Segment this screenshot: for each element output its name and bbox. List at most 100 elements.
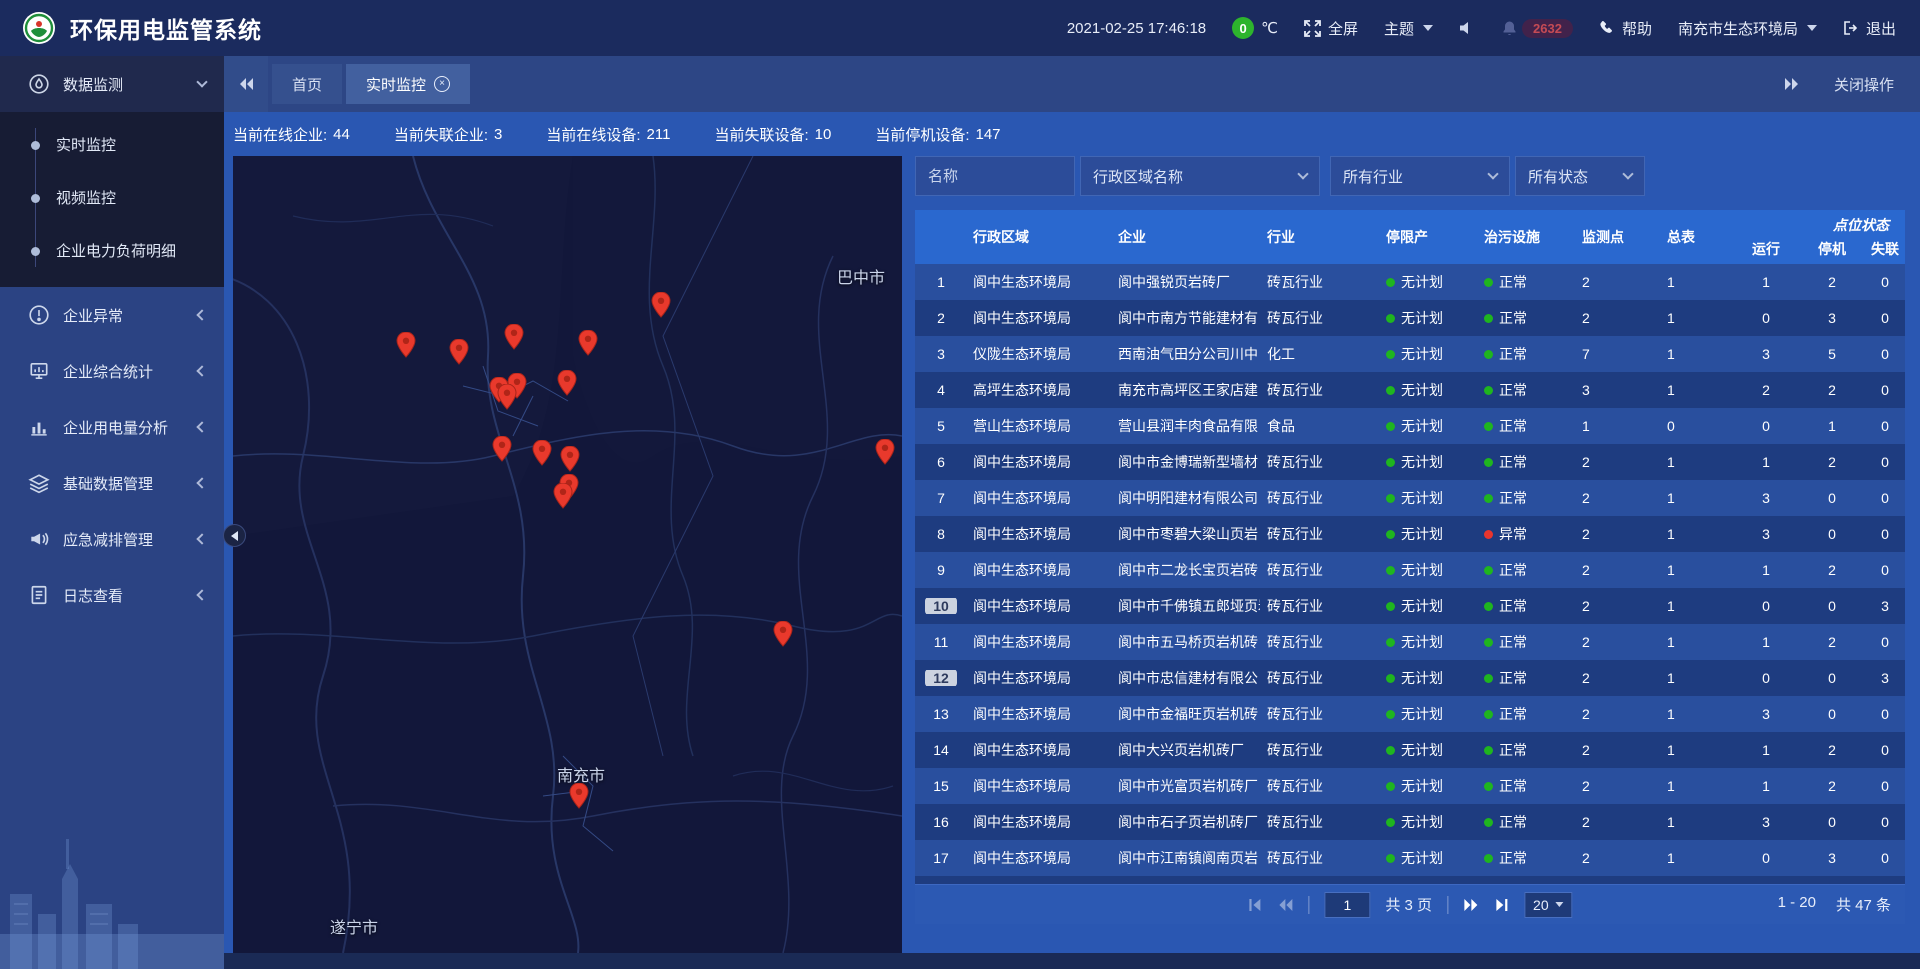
map-pin[interactable]: [569, 783, 589, 809]
cell-company: 阆中强锐页岩砖厂: [1115, 272, 1260, 292]
status-dot-green: [1386, 422, 1395, 431]
status-dot-green: [1386, 350, 1395, 359]
map-pin[interactable]: [497, 384, 517, 410]
first-page-button[interactable]: [1247, 898, 1262, 912]
page-size-select[interactable]: 20: [1524, 892, 1573, 918]
region-filter-select[interactable]: 行政区域名称: [1080, 156, 1320, 196]
row-index: 6: [915, 454, 967, 470]
sidebar-item-power-analysis[interactable]: 企业用电量分析: [0, 399, 224, 455]
tab-realtime-monitor[interactable]: 实时监控 ×: [346, 64, 470, 104]
map-collapse-button[interactable]: [223, 524, 246, 547]
sidebar-item-video-monitor[interactable]: 视频监控: [0, 171, 224, 224]
tab-home[interactable]: 首页: [272, 64, 342, 104]
phone-icon: [1599, 20, 1615, 36]
map-pin[interactable]: [504, 324, 524, 350]
sidebar-item-enterprise-abnormal[interactable]: 企业异常: [0, 287, 224, 343]
col-group-point-status: 点位状态 运行 停机 失联: [1733, 210, 1905, 264]
map-pin[interactable]: [651, 292, 671, 318]
document-icon: [28, 584, 50, 606]
row-index: 4: [915, 382, 967, 398]
map-pin[interactable]: [449, 339, 469, 365]
table-row[interactable]: 3 仪陇生态环境局 西南油气田分公司川中 化工 无计划 正常 7 1 3: [915, 336, 1905, 372]
table-row[interactable]: 15 阆中生态环境局 阆中市光富页岩机砖厂 砖瓦行业 无计划 正常 2 1 1: [915, 768, 1905, 804]
industry-filter-select[interactable]: 所有行业: [1330, 156, 1510, 196]
table-row[interactable]: 10 阆中生态环境局 阆中市千佛镇五郎垭页岩 砖瓦行业 无计划 正常 2 1 0: [915, 588, 1905, 624]
name-filter-input[interactable]: [915, 156, 1075, 196]
cell-running: 1: [1733, 742, 1799, 758]
close-operations-button[interactable]: 关闭操作: [1834, 74, 1894, 95]
map-pin[interactable]: [875, 439, 895, 465]
table-row[interactable]: 2 阆中生态环境局 阆中市南方节能建材有 砖瓦行业 无计划 正常 2 1 0: [915, 300, 1905, 336]
sidebar-item-power-load-detail[interactable]: 企业电力负荷明细: [0, 224, 224, 277]
status-filter-select[interactable]: 所有状态: [1515, 156, 1645, 196]
cell-stopped: 2: [1799, 778, 1865, 794]
sidebar-item-emergency-reduction[interactable]: 应急减排管理: [0, 511, 224, 567]
map-pin[interactable]: [557, 370, 577, 396]
map-pin[interactable]: [492, 436, 512, 462]
map-roads: [233, 156, 902, 953]
status-dot: [1484, 350, 1493, 359]
map[interactable]: 巴中市 南充市 遂宁市: [233, 156, 902, 953]
cell-lost: 0: [1865, 634, 1905, 650]
sidebar-item-enterprise-statistics[interactable]: 企业综合统计: [0, 343, 224, 399]
cell-company: 阆中明阳建材有限公司: [1115, 488, 1260, 508]
table-row[interactable]: 5 营山生态环境局 营山县润丰肉食品有限 食品 无计划 正常 1 0 0: [915, 408, 1905, 444]
cell-pollution-facility: 正常: [1481, 668, 1575, 688]
map-pin[interactable]: [578, 330, 598, 356]
tab-close-icon[interactable]: ×: [434, 76, 450, 92]
table-row[interactable]: 18 南部生态环境局 南部县建兴镇太洪页岩 砖瓦行业 无计划 正常 2 1 0: [915, 876, 1905, 884]
table-row[interactable]: 11 阆中生态环境局 阆中市五马桥页岩机砖 砖瓦行业 无计划 正常 2 1 1: [915, 624, 1905, 660]
cell-region: 阆中生态环境局: [967, 776, 1115, 796]
chevron-left-icon: [196, 309, 207, 320]
cell-pollution-facility: 正常: [1481, 488, 1575, 508]
cell-pollution-facility: 正常: [1481, 812, 1575, 832]
stat-value: 147: [976, 126, 1001, 143]
table-row[interactable]: 13 阆中生态环境局 阆中市金福旺页岩机砖 砖瓦行业 无计划 正常 2 1 3: [915, 696, 1905, 732]
notification-count-badge: 2632: [1522, 19, 1573, 38]
map-pin[interactable]: [553, 483, 573, 509]
sidebar-item-data-monitoring[interactable]: 数据监测: [0, 56, 224, 112]
city-skyline-decoration: [0, 819, 224, 969]
user-menu[interactable]: 南充市生态环境局: [1678, 18, 1817, 39]
map-pin[interactable]: [773, 621, 793, 647]
help-button[interactable]: 帮助: [1599, 18, 1652, 39]
table-row[interactable]: 4 高坪生态环境局 南充市高坪区王家店建 砖瓦行业 无计划 正常 3 1 2: [915, 372, 1905, 408]
row-index: 7: [915, 490, 967, 506]
sidebar-item-base-data[interactable]: 基础数据管理: [0, 455, 224, 511]
cell-lost: 0: [1865, 310, 1905, 326]
table-row[interactable]: 16 阆中生态环境局 阆中市石子页岩机砖厂 砖瓦行业 无计划 正常 2 1 3: [915, 804, 1905, 840]
cell-total-meters: 1: [1660, 346, 1733, 362]
col-stopped: 停机: [1799, 239, 1865, 259]
status-dot-green: [1386, 854, 1395, 863]
map-pin[interactable]: [560, 446, 580, 472]
tab-scroll-right-button[interactable]: [1784, 77, 1800, 91]
table-row[interactable]: 8 阆中生态环境局 阆中市枣碧大梁山页岩 砖瓦行业 无计划 异常 2 1 3: [915, 516, 1905, 552]
theme-dropdown[interactable]: 主题: [1384, 18, 1433, 39]
table-row[interactable]: 7 阆中生态环境局 阆中明阳建材有限公司 砖瓦行业 无计划 正常 2 1 3: [915, 480, 1905, 516]
sidebar-item-log-view[interactable]: 日志查看: [0, 567, 224, 623]
next-page-button[interactable]: [1463, 898, 1479, 912]
last-page-button[interactable]: [1494, 898, 1509, 912]
map-pin[interactable]: [532, 440, 552, 466]
table-row[interactable]: 9 阆中生态环境局 阆中市二龙长宝页岩砖 砖瓦行业 无计划 正常 2 1 1: [915, 552, 1905, 588]
table-row[interactable]: 1 阆中生态环境局 阆中强锐页岩砖厂 砖瓦行业 无计划 正常 2 1 1: [915, 264, 1905, 300]
cell-total-meters: 1: [1660, 778, 1733, 794]
prev-page-button[interactable]: [1277, 898, 1293, 912]
logout-button[interactable]: 退出: [1843, 18, 1896, 39]
table-row[interactable]: 17 阆中生态环境局 阆中市江南镇阆南页岩 砖瓦行业 无计划 正常 2 1 0: [915, 840, 1905, 876]
mute-button[interactable]: [1459, 20, 1475, 36]
tab-scroll-left-button[interactable]: [224, 56, 268, 112]
sidebar-item-realtime-monitor[interactable]: 实时监控: [0, 118, 224, 171]
cell-region: 阆中生态环境局: [967, 560, 1115, 580]
chevron-down-icon: [1622, 168, 1633, 179]
chevron-left-icon: [196, 589, 207, 600]
table-row[interactable]: 12 阆中生态环境局 阆中市忠信建材有限公 砖瓦行业 无计划 正常 2 1 0: [915, 660, 1905, 696]
cell-pollution-facility: 正常: [1481, 848, 1575, 868]
cell-running: 1: [1733, 562, 1799, 578]
fullscreen-button[interactable]: 全屏: [1304, 18, 1358, 39]
table-row[interactable]: 6 阆中生态环境局 阆中市金博瑞新型墙材 砖瓦行业 无计划 正常 2 1 1: [915, 444, 1905, 480]
page-number-input[interactable]: [1324, 892, 1370, 918]
map-pin[interactable]: [396, 332, 416, 358]
table-row[interactable]: 14 阆中生态环境局 阆中大兴页岩机砖厂 砖瓦行业 无计划 正常 2 1 1: [915, 732, 1905, 768]
notifications-button[interactable]: 2632: [1501, 19, 1573, 38]
